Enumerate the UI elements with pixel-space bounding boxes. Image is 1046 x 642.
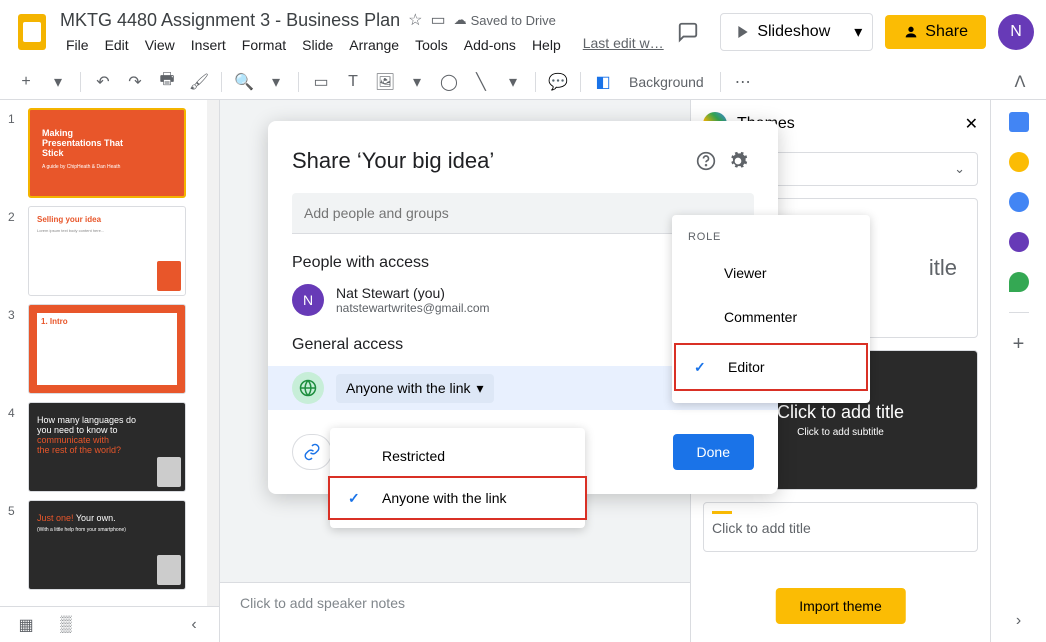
side-rail: + › xyxy=(990,100,1046,642)
scrollbar[interactable] xyxy=(207,100,219,642)
speaker-notes[interactable]: Click to add speaker notes xyxy=(220,582,690,642)
menu-tools[interactable]: Tools xyxy=(409,35,454,55)
hide-rail-icon[interactable]: › xyxy=(1016,612,1021,630)
theme-card-3[interactable]: Click to add title xyxy=(703,502,978,552)
menu-format[interactable]: Format xyxy=(236,35,292,55)
print-button[interactable]: 🖶 xyxy=(153,68,181,96)
new-slide-button[interactable]: + xyxy=(12,68,40,96)
cloud-icon: ☁ xyxy=(454,12,467,28)
background-button[interactable]: Background xyxy=(621,68,712,96)
slide-thumbnail-4[interactable]: How many languages do you need to know t… xyxy=(28,402,186,492)
import-theme-button[interactable]: Import theme xyxy=(775,588,905,624)
last-edit-link[interactable]: Last edit w… xyxy=(583,35,664,55)
account-avatar[interactable]: N xyxy=(998,14,1034,50)
access-scope-dropdown[interactable]: Anyone with the link ▾ xyxy=(336,374,494,403)
more-button[interactable]: ⋯ xyxy=(729,68,757,96)
done-button[interactable]: Done xyxy=(673,434,754,470)
maps-icon[interactable] xyxy=(1009,272,1029,292)
menu-arrange[interactable]: Arrange xyxy=(343,35,405,55)
comments-icon[interactable] xyxy=(668,12,708,52)
grid-view-icon[interactable]: ▒ xyxy=(52,611,80,639)
image-tool[interactable]: 🖼 xyxy=(371,68,399,96)
tasks-icon[interactable] xyxy=(1009,192,1029,212)
menu-help[interactable]: Help xyxy=(526,35,567,55)
slide-number: 4 xyxy=(8,402,28,492)
slideshow-button[interactable]: Slideshow xyxy=(720,13,845,51)
undo-button[interactable]: ↶ xyxy=(89,68,117,96)
calendar-icon[interactable] xyxy=(1009,112,1029,132)
access-scope-menu: Restricted Anyone with the link xyxy=(330,428,585,528)
zoom-button[interactable]: 🔍 xyxy=(230,68,258,96)
globe-icon xyxy=(292,372,324,404)
menu-bar: File Edit View Insert Format Slide Arran… xyxy=(60,35,668,55)
paint-format-button[interactable]: 🖌 xyxy=(185,68,213,96)
toolbar: + ▾ ↶ ↷ 🖶 🖌 🔍 ▾ ▭ T 🖼 ▾ ◯ ╲ ▾ 💬 ◧ Backgr… xyxy=(0,64,1046,100)
slideshow-dropdown[interactable]: ▾ xyxy=(844,13,873,51)
person-avatar: N xyxy=(292,284,324,316)
comment-tool[interactable]: 💬 xyxy=(544,68,572,96)
app-header: MKTG 4480 Assignment 3 - Business Plan ☆… xyxy=(0,0,1046,64)
redo-button[interactable]: ↷ xyxy=(121,68,149,96)
slide-filmstrip: 1 Making Presentations That Stick A guid… xyxy=(0,100,220,642)
keep-icon[interactable] xyxy=(1009,152,1029,172)
contacts-icon[interactable] xyxy=(1009,232,1029,252)
access-option-restricted[interactable]: Restricted xyxy=(330,436,585,476)
slide-number: 3 xyxy=(8,304,28,394)
star-icon[interactable]: ☆ xyxy=(408,10,422,30)
saved-to-drive[interactable]: ☁ Saved to Drive xyxy=(454,12,556,28)
textbox-tool[interactable]: T xyxy=(339,68,367,96)
settings-icon[interactable] xyxy=(722,145,754,177)
slide-thumbnail-3[interactable]: 1. Intro xyxy=(28,304,186,394)
role-option-viewer[interactable]: Viewer xyxy=(672,251,870,295)
collapse-toolbar-icon[interactable]: ᐱ xyxy=(1006,68,1034,96)
share-button[interactable]: Share xyxy=(885,15,986,49)
help-icon[interactable] xyxy=(690,145,722,177)
role-option-editor[interactable]: Editor xyxy=(674,343,868,391)
menu-edit[interactable]: Edit xyxy=(99,35,135,55)
move-folder-icon[interactable]: ▭ xyxy=(431,10,446,30)
line-dropdown[interactable]: ▾ xyxy=(499,68,527,96)
menu-file[interactable]: File xyxy=(60,35,95,55)
close-icon[interactable]: ✕ xyxy=(965,114,978,134)
menu-slide[interactable]: Slide xyxy=(296,35,339,55)
image-dropdown[interactable]: ▾ xyxy=(403,68,431,96)
caret-down-icon: ▾ xyxy=(477,380,484,397)
role-menu-label: ROLE xyxy=(672,223,870,251)
chevron-down-icon: ⌄ xyxy=(954,161,965,177)
add-addon-icon[interactable]: + xyxy=(1013,333,1025,356)
zoom-dropdown[interactable]: ▾ xyxy=(262,68,290,96)
slide-number: 5 xyxy=(8,500,28,590)
role-menu: ROLE Viewer Commenter Editor xyxy=(672,215,870,403)
menu-insert[interactable]: Insert xyxy=(185,35,232,55)
collapse-panel-icon[interactable]: ‹ xyxy=(180,611,208,639)
filmstrip-view-icon[interactable]: ▦ xyxy=(12,611,40,639)
person-name: Nat Stewart (you) xyxy=(336,285,490,301)
slide-number: 2 xyxy=(8,206,28,296)
transition-tool[interactable]: ◧ xyxy=(589,68,617,96)
new-slide-dropdown[interactable]: ▾ xyxy=(44,68,72,96)
shape-tool[interactable]: ◯ xyxy=(435,68,463,96)
access-option-anyone[interactable]: Anyone with the link xyxy=(328,476,587,520)
slides-logo[interactable] xyxy=(12,12,52,52)
role-option-commenter[interactable]: Commenter xyxy=(672,295,870,339)
document-title[interactable]: MKTG 4480 Assignment 3 - Business Plan xyxy=(60,10,400,31)
copy-link-button[interactable] xyxy=(292,434,332,470)
menu-addons[interactable]: Add-ons xyxy=(458,35,522,55)
slide-number: 1 xyxy=(8,108,28,198)
slide-thumbnail-1[interactable]: Making Presentations That Stick A guide … xyxy=(28,108,186,198)
person-email: natstewartwrites@gmail.com xyxy=(336,301,490,315)
slide-thumbnail-5[interactable]: Just one! Your own. (With a little help … xyxy=(28,500,186,590)
dialog-title: Share ‘Your big idea’ xyxy=(292,148,690,174)
line-tool[interactable]: ╲ xyxy=(467,68,495,96)
select-tool[interactable]: ▭ xyxy=(307,68,335,96)
slide-thumbnail-2[interactable]: Selling your idea Lorem ipsum text body … xyxy=(28,206,186,296)
menu-view[interactable]: View xyxy=(139,35,181,55)
